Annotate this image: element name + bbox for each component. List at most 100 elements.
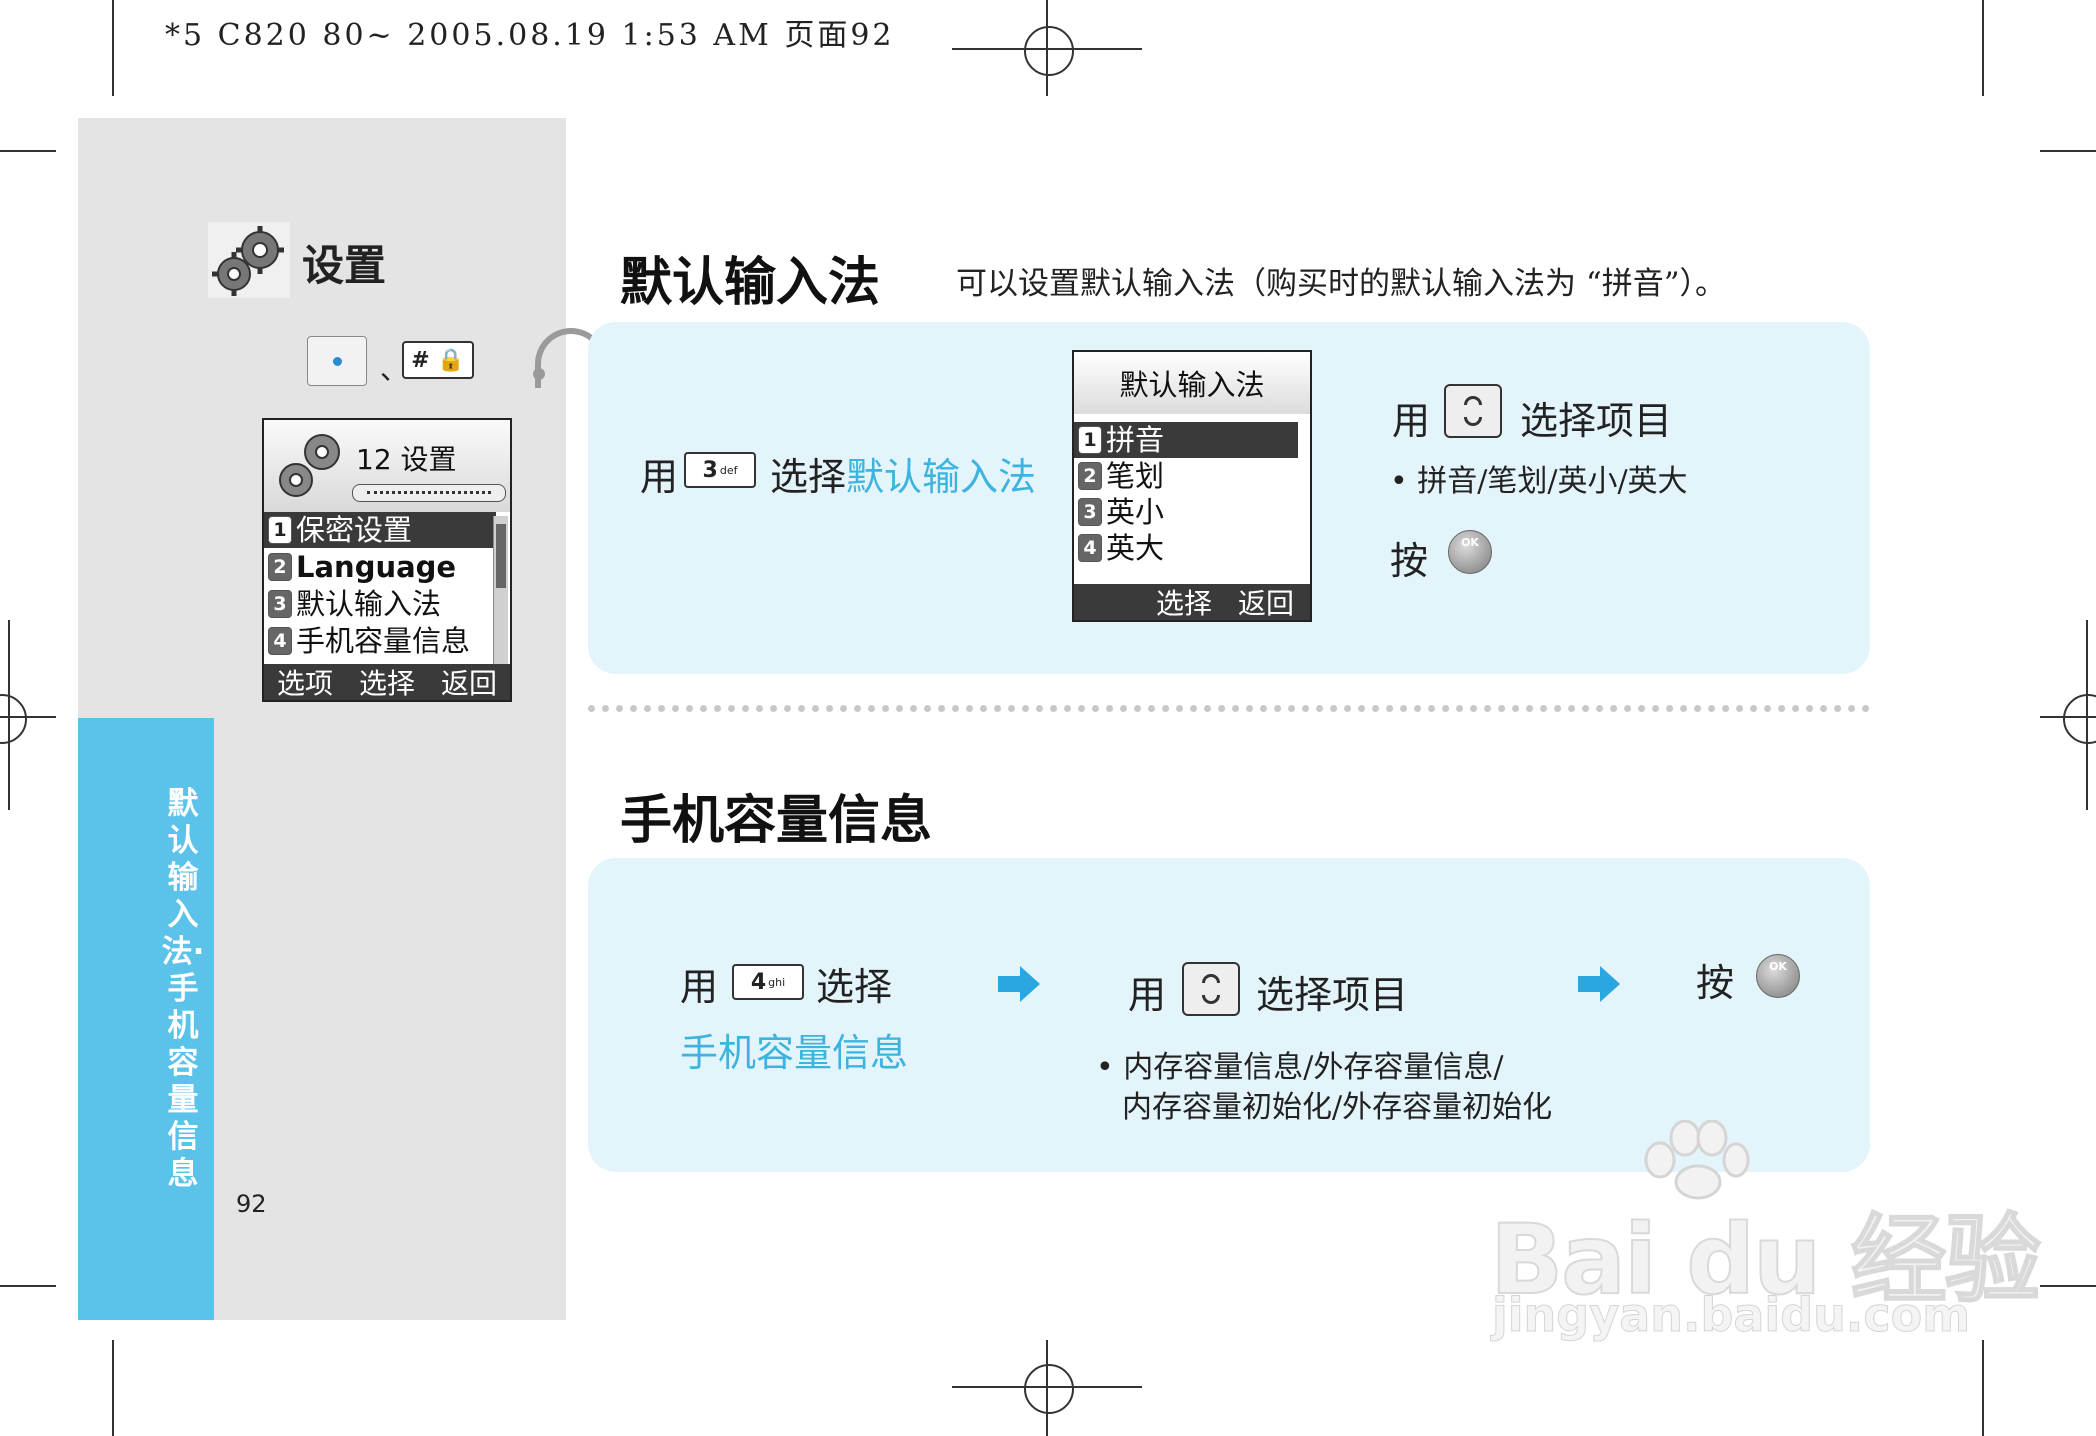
crop-mark (112, 0, 114, 96)
crop-mark (2040, 150, 2096, 152)
menu-item-label: 默认输入法 (296, 587, 442, 621)
scrollbar-thumb[interactable] (496, 524, 506, 588)
key-4-button[interactable]: 4 ghi (732, 964, 804, 1000)
menu-item-label: 笔划 (1106, 459, 1165, 493)
menu-item[interactable]: 3 默认输入法 (264, 586, 496, 622)
press-text: 按 (1390, 539, 1429, 583)
softkey-back[interactable]: 返回 (1238, 582, 1294, 620)
input-method-screen: 默认输入法 1 拼音 2 笔划 3 英小 4 英大 选择 返回 (1072, 350, 1312, 622)
menu-item-label: 拼音 (1106, 423, 1165, 457)
item-number: 1 (1078, 426, 1102, 454)
item-number: 1 (268, 516, 292, 544)
print-header: *5 C820 80~ 2005.08.19 1:53 AM 页面92 (165, 18, 895, 53)
menu-item-label: 保密设置 (296, 513, 413, 547)
screen-title: 12 设置 (356, 443, 457, 476)
crop-mark (0, 1285, 56, 1287)
section-tab-text: 默认输入法·手机容量信息 (161, 786, 205, 1192)
section2-title: 手机容量信息 (620, 791, 933, 851)
key-label: 3 (702, 457, 718, 483)
registration-mark (1024, 26, 1074, 76)
section-title: 设置 (302, 241, 387, 290)
registration-mark (1024, 1364, 1074, 1414)
item-number: 4 (268, 627, 292, 655)
step-text: 选择项目 (1256, 973, 1409, 1017)
watermark: Bai du 经验 jingyan.baidu.com (1489, 1120, 2042, 1350)
key-sub-label: def (719, 463, 738, 477)
menu-key[interactable] (307, 336, 367, 386)
menu-item[interactable]: 2 笔划 (1074, 458, 1298, 494)
menu-item-label: 英小 (1106, 495, 1165, 529)
menu-item-label: 手机容量信息 (296, 624, 471, 658)
registration-mark (1046, 1340, 1048, 1436)
item-number: 2 (268, 553, 292, 581)
step-select-text: 选择默认输入法 (770, 446, 1036, 501)
options-line-1: • 内存容量信息/外存容量信息/ (1096, 1050, 1504, 1085)
menu-item[interactable]: 2 Language (264, 549, 496, 585)
scrollbar[interactable] (493, 516, 508, 664)
options-line-2: 内存容量初始化/外存容量初始化 (1122, 1090, 1553, 1125)
menu-item[interactable]: 1 拼音 (1074, 422, 1298, 458)
softkey-select[interactable]: 选择 (359, 662, 415, 700)
screen-title: 默认输入法 (1074, 352, 1310, 414)
key-3-button[interactable]: 3 def (684, 452, 756, 488)
registration-mark (8, 620, 10, 810)
step-prefix: 用 (1128, 973, 1167, 1017)
connector-dot (533, 368, 545, 380)
select-target: 默认输入法 (846, 455, 1037, 499)
chevron-down-icon (1464, 417, 1482, 426)
menu-item[interactable]: 3 英小 (1074, 494, 1298, 530)
chevron-down-icon (1202, 995, 1220, 1004)
press-text: 按 (1696, 961, 1735, 1005)
item-number: 3 (1078, 498, 1102, 526)
dot-icon (332, 356, 342, 366)
registration-mark (2086, 620, 2088, 810)
section-divider (588, 705, 1870, 712)
page-number: 92 (236, 1190, 267, 1218)
gear-icon (279, 434, 340, 497)
options-list: • 拼音/笔划/英小/英大 (1390, 464, 1688, 499)
gear-icon (208, 222, 290, 298)
chevron-up-icon (1464, 396, 1482, 405)
page-indicator (352, 484, 506, 502)
softkey-options[interactable]: 选项 (277, 662, 333, 700)
ok-button[interactable]: OK (1756, 954, 1800, 998)
crop-mark (0, 150, 56, 152)
nav-key-button[interactable] (1182, 962, 1240, 1016)
step-select-text: 选择 (816, 965, 893, 1009)
step-text: 选择项目 (1520, 399, 1673, 443)
step-prefix: 用 (640, 455, 679, 499)
select-target: 手机容量信息 (680, 1031, 909, 1075)
crop-mark (1982, 0, 1984, 96)
crop-mark (1982, 1340, 1984, 1436)
item-number: 4 (1078, 534, 1102, 562)
settings-menu-screen: 12 设置 1 保密设置 2 Language 3 默认输入法 4 手机容量信息… (262, 418, 512, 702)
softkey-select[interactable]: 选择 (1156, 582, 1212, 620)
select-word: 选择 (770, 455, 847, 499)
menu-item-label: Language (296, 550, 457, 584)
softkey-bar: 选择 返回 (1074, 584, 1310, 620)
crop-mark (112, 1340, 114, 1436)
crop-mark (2040, 1285, 2096, 1287)
item-number: 3 (268, 590, 292, 618)
registration-mark (0, 694, 27, 744)
arrow-right-icon (1578, 966, 1620, 1002)
registration-mark (2063, 694, 2096, 744)
key-label: 4 (750, 969, 767, 995)
arrow-right-icon (998, 966, 1040, 1002)
registration-mark (1046, 0, 1048, 96)
softkey-back[interactable]: 返回 (441, 662, 497, 700)
step-prefix: 用 (1392, 399, 1431, 443)
watermark-url: jingyan.baidu.com (1491, 1288, 1971, 1343)
nav-key-button[interactable] (1444, 384, 1502, 438)
item-number: 2 (1078, 462, 1102, 490)
ok-button[interactable]: OK (1448, 530, 1492, 574)
menu-item[interactable]: 1 保密设置 (264, 512, 496, 548)
menu-item[interactable]: 4 英大 (1074, 530, 1298, 566)
step-prefix: 用 (680, 965, 719, 1009)
section1-title: 默认输入法 (620, 253, 881, 313)
key-sub-label: ghi (768, 975, 786, 989)
menu-item[interactable]: 4 手机容量信息 (264, 623, 496, 659)
softkey-bar: 选项 选择 返回 (264, 664, 510, 700)
menu-item-label: 英大 (1106, 531, 1165, 565)
hash-lock-key[interactable]: # 🔒 (402, 341, 474, 379)
